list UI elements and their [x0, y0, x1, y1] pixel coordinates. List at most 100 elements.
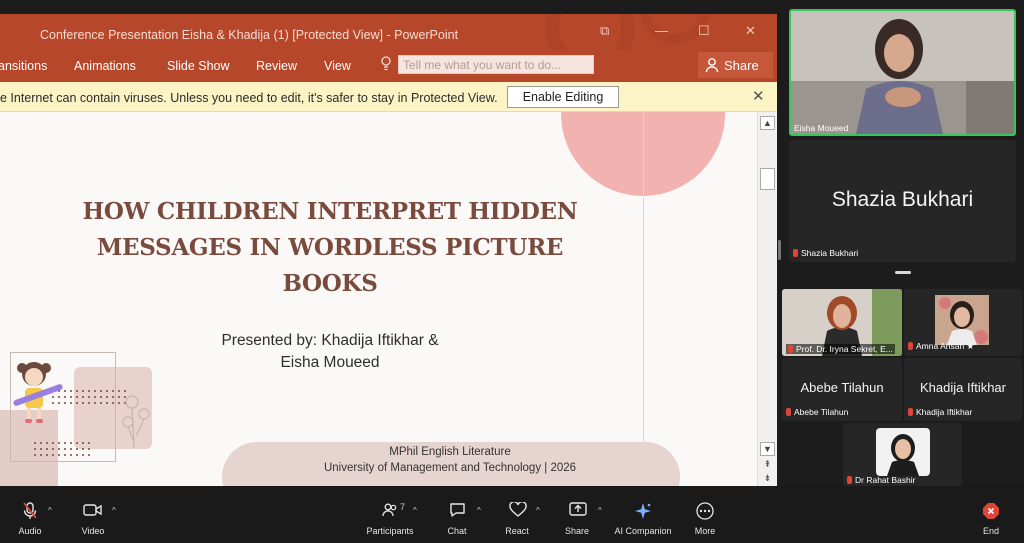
participant-name: Prof. Dr. Iryna Sekret, E... [796, 344, 893, 354]
audio-label: Audio [18, 526, 42, 536]
scroll-thumb[interactable] [760, 168, 775, 190]
sparkle-icon [635, 503, 651, 519]
slide-title: HOW CHILDREN INTERPRET HIDDEN MESSAGES I… [60, 194, 600, 302]
participant-big-name: Abebe Tilahun [800, 380, 884, 395]
gallery-drag-handle[interactable] [895, 271, 911, 274]
video-tile-eisha[interactable]: Eisha Moueed [789, 9, 1016, 136]
end-meeting-button[interactable]: End [956, 486, 1024, 543]
slide-canvas: HOW CHILDREN INTERPRET HIDDEN MESSAGES I… [0, 112, 757, 486]
restore-icon[interactable]: ⧉ [600, 23, 609, 39]
panel-resize-handle[interactable] [778, 240, 781, 260]
video-tile-amna[interactable]: Amna Ahsan ★ [904, 289, 1022, 356]
video-options-chevron-icon[interactable]: ^ [112, 506, 116, 515]
zoom-meeting-window: Conference Presentation Eisha & Khadija … [0, 0, 1024, 543]
participants-options-chevron-icon[interactable]: ^ [413, 506, 417, 515]
person-icon [705, 58, 719, 73]
muted-mic-icon [793, 249, 798, 257]
shared-screen: Conference Presentation Eisha & Khadija … [0, 14, 777, 486]
video-camera-icon [83, 504, 102, 516]
chat-bubble-icon [450, 503, 465, 517]
tab-transitions[interactable]: ansitions [0, 59, 47, 73]
video-feed [791, 11, 1014, 134]
heart-icon [509, 502, 527, 517]
participant-big-name: Khadija Iftikhar [920, 380, 1006, 395]
slide-title-line: BOOKS [282, 270, 378, 297]
slide: HOW CHILDREN INTERPRET HIDDEN MESSAGES I… [0, 112, 757, 486]
video-button[interactable]: ^ Video [58, 486, 128, 543]
participants-icon [382, 503, 397, 517]
ai-companion-button[interactable]: AI Companion [608, 486, 678, 543]
ppt-share-button[interactable]: Share [698, 52, 773, 78]
muted-microphone-icon [23, 502, 37, 519]
video-tile-iryna[interactable]: Prof. Dr. Iryna Sekret, E... [782, 289, 902, 356]
previous-slide-icon[interactable]: ⇞ [760, 458, 775, 472]
dot-pattern [34, 442, 90, 456]
university-name: University of Management and Technology … [323, 462, 577, 474]
maximize-icon[interactable]: ☐ [698, 23, 710, 39]
presented-by-line: Presented by: Khadija Iftikhar & [221, 332, 439, 349]
participants-count: 7 [400, 502, 406, 512]
slide-title-line: MESSAGES IN WORDLESS PICTURE [96, 234, 564, 261]
more-dots-icon [696, 502, 714, 520]
slide-divider [643, 112, 644, 442]
close-bar-icon[interactable]: ✕ [752, 87, 765, 105]
participant-name: Shazia Bukhari [801, 248, 859, 258]
participant-name-label: Abebe Tilahun [786, 407, 848, 417]
share-options-chevron-icon[interactable]: ^ [598, 506, 602, 515]
participant-name-label: Prof. Dr. Iryna Sekret, E... [786, 344, 895, 354]
close-window-icon[interactable]: ✕ [745, 23, 756, 39]
tell-me-input[interactable]: Tell me what you want to do... [398, 55, 594, 74]
girl-with-pencil-illustration [13, 362, 63, 423]
tab-review[interactable]: Review [256, 59, 297, 73]
end-label: End [982, 526, 999, 536]
avatar [935, 295, 989, 345]
next-slide-icon[interactable]: ⇟ [760, 472, 775, 486]
participant-name-label: Dr Rahat Bashir [847, 475, 915, 485]
muted-mic-icon [908, 408, 913, 416]
presenters: Presented by: Khadija Iftikhar & Eisha M… [170, 330, 490, 374]
participants-button[interactable]: 7 ^ Participants [355, 486, 425, 543]
vertical-scrollbar[interactable]: ▲ ▼ ⇞ ⇟ [757, 112, 777, 486]
share-screen-icon [569, 502, 587, 516]
muted-mic-icon [788, 345, 793, 353]
video-tile-khadija[interactable]: Khadija Iftikhar Khadija Iftikhar [904, 358, 1022, 421]
video-tile-abebe[interactable]: Abebe Tilahun Abebe Tilahun [782, 358, 902, 421]
tab-view[interactable]: View [324, 59, 351, 73]
video-tile-shazia[interactable]: Shazia Bukhari Shazia Bukhari [789, 140, 1016, 262]
participant-name: Abebe Tilahun [794, 407, 849, 417]
participant-name: Khadija Iftikhar [916, 407, 973, 417]
program-name: MPhil English Literature [389, 446, 511, 458]
participant-name: Amna Ahsan ★ [916, 341, 975, 351]
protected-view-message: e Internet can contain viruses. Unless y… [0, 91, 498, 105]
participant-name: Eisha Moueed [794, 123, 849, 133]
slide-title-line: HOW CHILDREN INTERPRET HIDDEN [82, 198, 578, 225]
share-screen-button[interactable]: ^ Share [542, 486, 612, 543]
participant-big-name: Shazia Bukhari [831, 188, 974, 211]
muted-mic-icon [908, 342, 913, 350]
participant-name-label: Amna Ahsan ★ [908, 341, 974, 352]
react-options-chevron-icon[interactable]: ^ [536, 506, 540, 515]
video-label: Video [81, 526, 105, 536]
muted-mic-icon [847, 476, 852, 484]
protected-view-bar: e Internet can contain viruses. Unless y… [0, 82, 777, 112]
audio-options-chevron-icon[interactable]: ^ [48, 506, 52, 515]
participants-label: Participants [366, 526, 414, 536]
scroll-up-icon[interactable]: ▲ [760, 116, 775, 130]
chat-options-chevron-icon[interactable]: ^ [477, 506, 481, 515]
ribbon-tabs: ansitions Animations Slide Show Review V… [0, 50, 777, 82]
participant-name-label: Khadija Iftikhar [908, 407, 972, 417]
scroll-down-icon[interactable]: ▼ [760, 442, 775, 456]
flower-doodle-icon [122, 395, 150, 449]
ai-companion-label: AI Companion [614, 526, 672, 536]
minimize-icon[interactable]: — [655, 23, 668, 38]
more-label: More [694, 526, 716, 536]
ppt-title-bar: Conference Presentation Eisha & Khadija … [0, 14, 777, 74]
participant-name: Dr Rahat Bashir [855, 475, 916, 485]
tab-slide-show[interactable]: Slide Show [167, 59, 230, 73]
tab-animations[interactable]: Animations [74, 59, 136, 73]
meeting-toolbar: ^ Audio ^ Video 7 ^ Participants ^ Chat … [0, 486, 1024, 543]
muted-mic-icon [786, 408, 791, 416]
video-tile-rahat[interactable]: Dr Rahat Bashir [843, 423, 962, 486]
enable-editing-button[interactable]: Enable Editing [507, 86, 619, 108]
more-button[interactable]: More [670, 486, 740, 543]
